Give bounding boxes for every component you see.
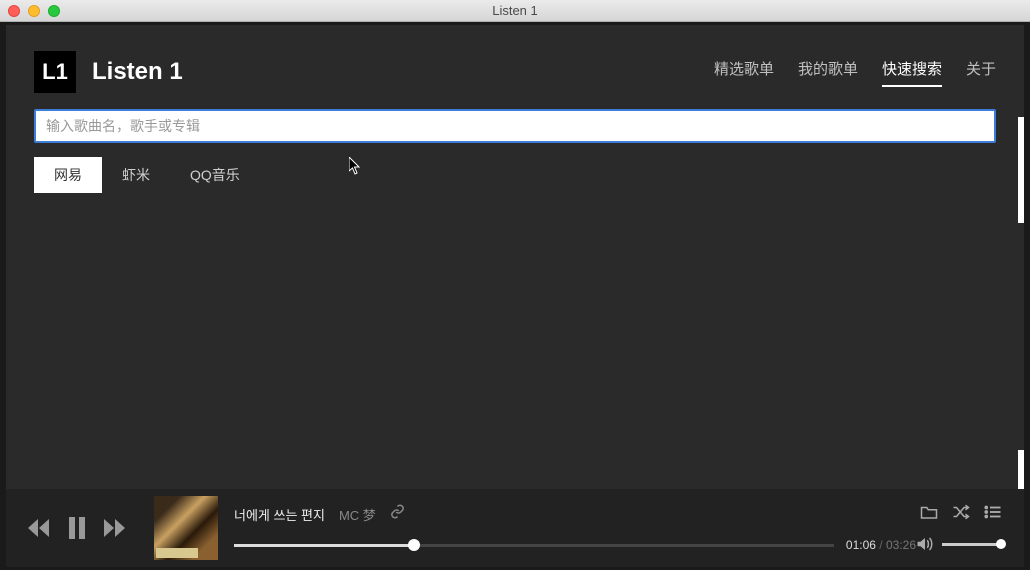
header: L1 Listen 1 精选歌单 我的歌单 快速搜索 关于 xyxy=(6,25,1024,101)
album-art[interactable] xyxy=(154,496,218,560)
playlist-icon[interactable] xyxy=(984,504,1002,520)
playback-controls xyxy=(28,517,126,539)
next-button[interactable] xyxy=(104,519,126,537)
nav-item-about[interactable]: 关于 xyxy=(966,58,996,87)
logo-text: L1 xyxy=(42,59,68,85)
track-info: 너에게 쓰는 편지 MC 梦 01:06 / 03:26 xyxy=(234,504,916,552)
duration: 03:26 xyxy=(886,538,916,552)
nav: 精选歌单 我的歌单 快速搜索 关于 xyxy=(714,58,996,87)
shuffle-icon[interactable] xyxy=(952,504,970,520)
pause-button[interactable] xyxy=(68,517,86,539)
progress-fill xyxy=(234,544,414,547)
source-tabs: 网易 虾米 QQ音乐 xyxy=(6,143,1024,193)
volume-thumb[interactable] xyxy=(996,539,1006,549)
scrollbar-thumb[interactable] xyxy=(1018,117,1024,223)
window-titlebar: Listen 1 xyxy=(0,0,1030,22)
track-title: 너에게 쓰는 편지 xyxy=(234,505,325,524)
app-body: L1 Listen 1 精选歌单 我的歌单 快速搜索 关于 网易 虾米 QQ音乐 xyxy=(6,25,1024,567)
volume-icon[interactable] xyxy=(916,536,934,552)
close-window-button[interactable] xyxy=(8,5,20,17)
maximize-window-button[interactable] xyxy=(48,5,60,17)
player-right-controls xyxy=(916,504,1002,552)
scrollbar-thumb[interactable] xyxy=(1018,450,1024,490)
player-bar: 너에게 쓰는 편지 MC 梦 01:06 / 03:26 xyxy=(6,489,1024,567)
volume-fill xyxy=(942,543,1002,546)
track-artist[interactable]: MC 梦 xyxy=(339,505,376,524)
app-title: Listen 1 xyxy=(92,58,183,86)
current-time: 01:06 xyxy=(846,538,876,552)
search-row xyxy=(6,101,1024,143)
search-input[interactable] xyxy=(34,109,996,143)
nav-item-search[interactable]: 快速搜索 xyxy=(882,58,942,87)
nav-item-my-playlists[interactable]: 我的歌单 xyxy=(798,58,858,87)
tab-qqmusic[interactable]: QQ音乐 xyxy=(170,157,260,193)
progress-thumb[interactable] xyxy=(408,539,420,551)
time-display: 01:06 / 03:26 xyxy=(846,538,916,552)
open-folder-icon[interactable] xyxy=(920,504,938,520)
previous-button[interactable] xyxy=(28,519,50,537)
tab-xiami[interactable]: 虾米 xyxy=(102,157,170,193)
nav-item-featured[interactable]: 精选歌单 xyxy=(714,58,774,87)
window-title: Listen 1 xyxy=(492,3,538,18)
volume-slider[interactable] xyxy=(942,543,1002,546)
tab-netease[interactable]: 网易 xyxy=(34,157,102,193)
minimize-window-button[interactable] xyxy=(28,5,40,17)
link-icon[interactable] xyxy=(390,504,405,524)
app-logo: L1 xyxy=(34,51,76,93)
progress-bar[interactable] xyxy=(234,544,834,547)
